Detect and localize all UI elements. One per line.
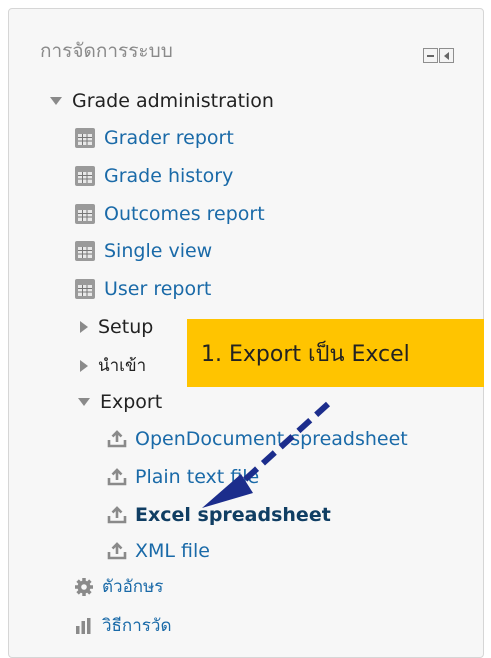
expand-icon	[80, 359, 88, 372]
link-label: วิธีการวัด	[102, 616, 172, 636]
collapse-icon	[50, 97, 62, 105]
link-export-xls[interactable]: Excel spreadsheet	[107, 504, 331, 526]
link-label: Excel spreadsheet	[135, 504, 331, 526]
link-label: ตัวอักษร	[102, 577, 164, 597]
report-icon	[75, 204, 95, 224]
link-user-report[interactable]: User report	[74, 278, 211, 300]
link-export-xml[interactable]: XML file	[107, 540, 210, 562]
minimize-icon[interactable]	[423, 48, 438, 63]
report-icon	[75, 166, 95, 186]
export-icon	[107, 542, 127, 560]
tree-node-import[interactable]: นำเข้า	[80, 352, 146, 379]
callout-text: 1. Export เป็น Excel	[201, 341, 410, 367]
link-export-ods[interactable]: OpenDocument spreadsheet	[107, 428, 408, 450]
link-label: User report	[104, 278, 212, 300]
link-label: Outcomes report	[104, 203, 265, 225]
link-grade-history[interactable]: Grade history	[74, 165, 233, 187]
export-icon	[107, 430, 127, 448]
tree-node-export[interactable]: Export	[78, 391, 162, 413]
tree-node-setup[interactable]: Setup	[80, 316, 153, 338]
link-label: Grader report	[104, 127, 234, 149]
annotation-callout: 1. Export เป็น Excel	[187, 319, 484, 387]
link-letters[interactable]: ตัวอักษร	[74, 573, 163, 600]
expand-icon	[80, 321, 88, 333]
link-single-view[interactable]: Single view	[74, 240, 212, 262]
link-label: OpenDocument spreadsheet	[135, 428, 408, 450]
node-label: Setup	[98, 316, 154, 338]
link-export-txt[interactable]: Plain text file	[107, 466, 259, 488]
export-icon	[107, 506, 127, 524]
link-scales[interactable]: วิธีการวัด	[74, 612, 171, 639]
report-icon	[75, 128, 95, 148]
link-outcomes-report[interactable]: Outcomes report	[74, 203, 265, 225]
gear-icon	[75, 577, 93, 596]
dock-icon[interactable]	[439, 48, 454, 63]
link-label: Grade history	[104, 165, 234, 187]
node-label: Export	[100, 391, 163, 413]
bar-chart-icon	[76, 617, 91, 634]
block-title: การจัดการระบบ	[40, 40, 173, 62]
link-label: XML file	[135, 540, 210, 562]
collapse-icon	[78, 398, 90, 406]
node-label: นำเข้า	[98, 356, 147, 376]
report-icon	[75, 279, 95, 299]
link-grader-report[interactable]: Grader report	[74, 127, 234, 149]
export-icon	[107, 468, 127, 486]
tree-node-grade-administration[interactable]: Grade administration	[50, 90, 274, 112]
node-label: Grade administration	[72, 90, 274, 112]
link-label: Single view	[104, 240, 213, 262]
report-icon	[75, 241, 95, 261]
link-label: Plain text file	[135, 466, 260, 488]
